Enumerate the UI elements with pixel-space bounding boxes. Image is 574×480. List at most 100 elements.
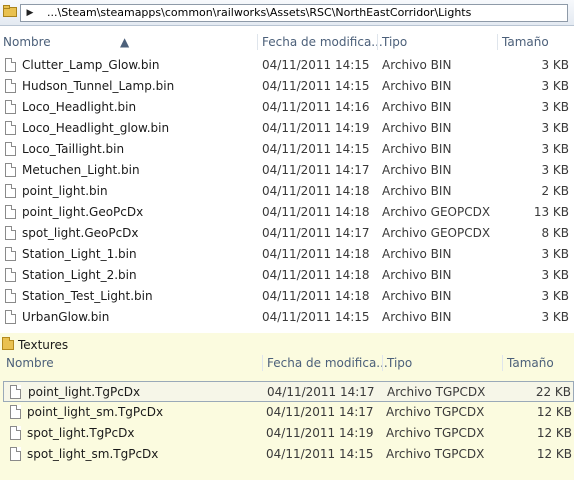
file-name: point_light.TgPcDx bbox=[28, 385, 141, 399]
file-type: Archivo BIN bbox=[382, 100, 452, 114]
file-date: 04/11/2011 14:16 bbox=[262, 100, 370, 114]
file-type: Archivo TGPCDX bbox=[387, 385, 486, 399]
file-icon bbox=[5, 247, 16, 261]
file-name: point_light.bin bbox=[22, 184, 108, 198]
file-type: Archivo BIN bbox=[382, 289, 452, 303]
file-name: point_light_sm.TgPcDx bbox=[27, 405, 164, 419]
file-row[interactable]: Station_Light_2.bin 04/11/2011 14:18 Arc… bbox=[0, 265, 574, 286]
file-size: 3 KB bbox=[541, 100, 569, 114]
column-header-type[interactable]: Tipo bbox=[387, 352, 412, 374]
file-icon bbox=[5, 79, 16, 93]
address-path: ...\Steam\steamapps\common\railworks\Ass… bbox=[47, 6, 472, 19]
column-header-name[interactable]: Nombre bbox=[3, 31, 51, 53]
file-row[interactable]: point_light_sm.TgPcDx 04/11/2011 14:17 A… bbox=[0, 402, 574, 423]
file-type: Archivo BIN bbox=[382, 121, 452, 135]
file-type: Archivo BIN bbox=[382, 58, 452, 72]
file-name: UrbanGlow.bin bbox=[22, 310, 110, 324]
file-icon bbox=[5, 142, 16, 156]
file-name: Station_Light_2.bin bbox=[22, 268, 137, 282]
file-type: Archivo BIN bbox=[382, 163, 452, 177]
file-name: Clutter_Lamp_Glow.bin bbox=[22, 58, 160, 72]
file-row[interactable]: point_light.bin 04/11/2011 14:18 Archivo… bbox=[0, 181, 574, 202]
sort-ascending-icon: ▲ bbox=[120, 35, 130, 49]
column-header-date[interactable]: Fecha de modifica... bbox=[262, 31, 383, 53]
file-name: Station_Light_1.bin bbox=[22, 247, 137, 261]
file-name: spot_light_sm.TgPcDx bbox=[27, 447, 159, 461]
file-type: Archivo BIN bbox=[382, 79, 452, 93]
file-name: Metuchen_Light.bin bbox=[22, 163, 140, 177]
column-header-name[interactable]: Nombre bbox=[6, 352, 54, 374]
file-row[interactable]: Loco_Taillight.bin 04/11/2011 14:15 Arch… bbox=[0, 139, 574, 160]
address-bar: ▶ ...\Steam\steamapps\common\railworks\A… bbox=[0, 0, 574, 26]
file-type: Archivo TGPCDX bbox=[386, 426, 485, 440]
column-divider[interactable] bbox=[502, 355, 503, 371]
file-icon bbox=[5, 58, 16, 72]
file-row[interactable]: Loco_Headlight.bin 04/11/2011 14:16 Arch… bbox=[0, 97, 574, 118]
textures-column-header-row: Nombre Fecha de modifica... Tipo Tamaño bbox=[0, 352, 574, 374]
file-date: 04/11/2011 14:18 bbox=[262, 268, 370, 282]
file-date: 04/11/2011 14:17 bbox=[266, 405, 374, 419]
file-icon bbox=[10, 426, 21, 440]
file-type: Archivo BIN bbox=[382, 184, 452, 198]
file-size: 3 KB bbox=[541, 310, 569, 324]
file-row[interactable]: spot_light_sm.TgPcDx 04/11/2011 14:15 Ar… bbox=[0, 444, 574, 465]
file-icon bbox=[5, 289, 16, 303]
file-date: 04/11/2011 14:18 bbox=[262, 205, 370, 219]
file-size: 3 KB bbox=[541, 268, 569, 282]
file-icon bbox=[5, 163, 16, 177]
file-row[interactable]: Station_Light_1.bin 04/11/2011 14:18 Arc… bbox=[0, 244, 574, 265]
file-row[interactable]: spot_light.GeoPcDx 04/11/2011 14:17 Arch… bbox=[0, 223, 574, 244]
file-name: Hudson_Tunnel_Lamp.bin bbox=[22, 79, 175, 93]
file-date: 04/11/2011 14:17 bbox=[267, 385, 375, 399]
column-divider[interactable] bbox=[257, 34, 258, 50]
file-size: 3 KB bbox=[541, 247, 569, 261]
file-row[interactable]: UrbanGlow.bin 04/11/2011 14:15 Archivo B… bbox=[0, 307, 574, 328]
column-header-size[interactable]: Tamaño bbox=[502, 31, 549, 53]
column-header-date[interactable]: Fecha de modifica... bbox=[267, 352, 388, 374]
breadcrumb-arrow-icon[interactable]: ▶ bbox=[23, 6, 37, 20]
textures-group: Textures Nombre Fecha de modifica... Tip… bbox=[0, 333, 574, 480]
file-icon bbox=[5, 100, 16, 114]
column-header-size[interactable]: Tamaño bbox=[507, 352, 554, 374]
file-name: point_light.GeoPcDx bbox=[22, 205, 144, 219]
file-size: 3 KB bbox=[541, 289, 569, 303]
file-row[interactable]: Loco_Headlight_glow.bin 04/11/2011 14:19… bbox=[0, 118, 574, 139]
file-name: Loco_Taillight.bin bbox=[22, 142, 125, 156]
column-header-type[interactable]: Tipo bbox=[382, 31, 407, 53]
column-divider[interactable] bbox=[382, 355, 383, 371]
file-type: Archivo GEOPCDX bbox=[382, 226, 491, 240]
file-size: 12 KB bbox=[536, 447, 572, 461]
file-row[interactable]: Metuchen_Light.bin 04/11/2011 14:17 Arch… bbox=[0, 160, 574, 181]
file-size: 12 KB bbox=[536, 405, 572, 419]
file-date: 04/11/2011 14:19 bbox=[266, 426, 374, 440]
column-header-row: Nombre ▲ Fecha de modifica... Tipo Tamañ… bbox=[0, 31, 574, 53]
file-icon bbox=[5, 268, 16, 282]
file-icon bbox=[10, 385, 21, 399]
file-row[interactable]: Clutter_Lamp_Glow.bin 04/11/2011 14:15 A… bbox=[0, 55, 574, 76]
file-date: 04/11/2011 14:15 bbox=[262, 310, 370, 324]
file-size: 3 KB bbox=[541, 79, 569, 93]
file-icon bbox=[5, 310, 16, 324]
file-size: 8 KB bbox=[541, 226, 569, 240]
file-row[interactable]: Hudson_Tunnel_Lamp.bin 04/11/2011 14:15 … bbox=[0, 76, 574, 97]
file-date: 04/11/2011 14:18 bbox=[262, 289, 370, 303]
file-date: 04/11/2011 14:17 bbox=[262, 226, 370, 240]
folder-icon bbox=[3, 5, 17, 17]
column-divider[interactable] bbox=[262, 355, 263, 371]
file-type: Archivo TGPCDX bbox=[386, 405, 485, 419]
column-divider[interactable] bbox=[377, 34, 378, 50]
file-row[interactable]: Station_Test_Light.bin 04/11/2011 14:18 … bbox=[0, 286, 574, 307]
file-name: Loco_Headlight.bin bbox=[22, 100, 137, 114]
file-size: 22 KB bbox=[535, 385, 571, 399]
address-field[interactable]: ▶ ...\Steam\steamapps\common\railworks\A… bbox=[20, 4, 568, 22]
file-row-focused[interactable]: point_light.TgPcDx 04/11/2011 14:17 Arch… bbox=[3, 381, 574, 402]
file-date: 04/11/2011 14:15 bbox=[262, 58, 370, 72]
file-size: 2 KB bbox=[541, 184, 569, 198]
file-type: Archivo BIN bbox=[382, 268, 452, 282]
file-row[interactable]: spot_light.TgPcDx 04/11/2011 14:19 Archi… bbox=[0, 423, 574, 444]
file-row[interactable]: point_light.GeoPcDx 04/11/2011 14:18 Arc… bbox=[0, 202, 574, 223]
file-icon bbox=[10, 447, 21, 461]
file-icon bbox=[5, 226, 16, 240]
column-divider[interactable] bbox=[497, 34, 498, 50]
folder-icon bbox=[2, 337, 14, 350]
